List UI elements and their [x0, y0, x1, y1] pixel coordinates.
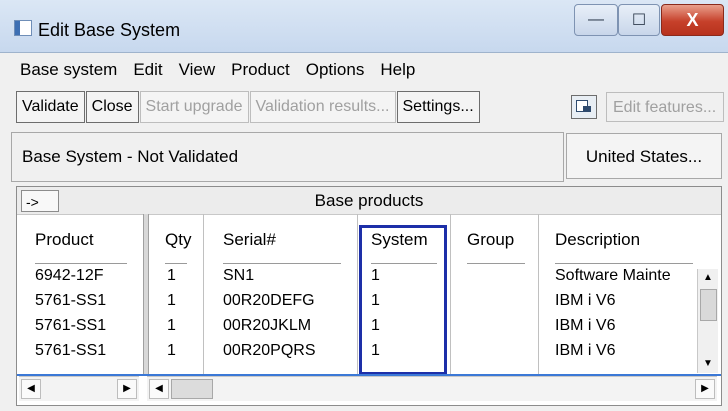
header-underline: [555, 263, 693, 264]
app-window-icon: [14, 20, 32, 36]
table-cell-description[interactable]: IBM i V6: [555, 342, 615, 360]
table-cell-qty[interactable]: 1: [167, 292, 176, 310]
table-cell-serial[interactable]: 00R20JKLM: [223, 317, 311, 335]
validation-results-button[interactable]: Validation results...: [249, 91, 396, 123]
header-underline: [223, 263, 341, 264]
menu-bar: Base system Edit View Product Options He…: [12, 56, 722, 84]
vertical-scroll-thumb[interactable]: [700, 289, 717, 321]
table-cell-serial[interactable]: 00R20PQRS: [223, 342, 316, 360]
menu-help[interactable]: Help: [372, 60, 423, 80]
toolbar: Validate Close Start upgrade Validation …: [16, 91, 481, 123]
menu-base-system[interactable]: Base system: [12, 60, 125, 80]
column-divider: [450, 214, 451, 374]
validation-status-text: Base System - Not Validated: [22, 147, 239, 166]
scroll-down-icon[interactable]: ▼: [698, 355, 718, 373]
validation-status-panel: Base System - Not Validated: [11, 132, 564, 182]
frozen-column-divider[interactable]: [143, 214, 149, 374]
country-button[interactable]: United States...: [566, 133, 722, 179]
edit-base-system-window: Edit Base System — ☐ X Base system Edit …: [0, 0, 728, 411]
scroll-right-icon[interactable]: ▶: [695, 379, 715, 399]
header-underline: [467, 263, 525, 264]
table-cell-product[interactable]: 6942-12F: [35, 267, 104, 285]
horizontal-scroll-thumb[interactable]: [171, 379, 213, 399]
edit-features-icon[interactable]: [571, 95, 597, 119]
table-cell-product[interactable]: 5761-SS1: [35, 342, 106, 360]
table-cell-product[interactable]: 5761-SS1: [35, 317, 106, 335]
table-cell-qty[interactable]: 1: [167, 267, 176, 285]
table-cell-qty[interactable]: 1: [167, 317, 176, 335]
horizontal-scrollbar[interactable]: ◀ ▶: [147, 376, 717, 401]
window-title: Edit Base System: [38, 20, 181, 40]
table-cell-description[interactable]: Software Mainte: [555, 267, 671, 285]
grid-group-header: Base products ->: [17, 187, 721, 215]
vertical-scrollbar[interactable]: ▲ ▼: [697, 269, 718, 373]
frozen-horizontal-scrollbar[interactable]: ◀ ▶: [19, 376, 139, 401]
scroll-right-icon[interactable]: ▶: [117, 379, 137, 399]
settings-button[interactable]: Settings...: [396, 91, 480, 123]
table-cell-description[interactable]: IBM i V6: [555, 317, 615, 335]
column-divider: [357, 214, 358, 374]
minimize-icon: —: [588, 11, 604, 28]
minimize-button[interactable]: —: [574, 4, 618, 36]
table-cell-product[interactable]: 5761-SS1: [35, 292, 106, 310]
table-cell-description[interactable]: IBM i V6: [555, 292, 615, 310]
close-button[interactable]: Close: [85, 91, 139, 123]
close-window-button[interactable]: X: [661, 4, 724, 36]
expand-arrow-button[interactable]: ->: [21, 190, 59, 212]
validate-button[interactable]: Validate: [16, 91, 85, 123]
column-header-product[interactable]: Product: [35, 230, 94, 250]
column-header-qty[interactable]: Qty: [165, 230, 191, 250]
scroll-left-icon[interactable]: ◀: [149, 379, 169, 399]
menu-product[interactable]: Product: [223, 60, 298, 80]
system-column-highlight: [359, 225, 447, 375]
edit-features-button[interactable]: Edit features...: [606, 92, 724, 122]
scroll-left-icon[interactable]: ◀: [21, 379, 41, 399]
table-cell-qty[interactable]: 1: [167, 342, 176, 360]
base-products-grid: Base products -> Product Qty Serial# Sys…: [16, 186, 722, 406]
menu-view[interactable]: View: [171, 60, 224, 80]
table-cell-serial[interactable]: SN1: [223, 267, 254, 285]
scroll-up-icon[interactable]: ▲: [698, 269, 718, 287]
column-divider: [538, 214, 539, 374]
start-upgrade-button[interactable]: Start upgrade: [139, 91, 249, 123]
column-header-description[interactable]: Description: [555, 230, 640, 250]
grid-group-title: Base products: [314, 191, 424, 210]
menu-options[interactable]: Options: [298, 60, 373, 80]
title-bar: Edit Base System — ☐ X: [0, 0, 728, 53]
maximize-button[interactable]: ☐: [618, 4, 660, 36]
menu-edit[interactable]: Edit: [125, 60, 170, 80]
column-divider: [203, 214, 204, 374]
maximize-icon: ☐: [631, 12, 647, 29]
column-header-group[interactable]: Group: [467, 230, 514, 250]
table-cell-serial[interactable]: 00R20DEFG: [223, 292, 315, 310]
column-header-serial[interactable]: Serial#: [223, 230, 276, 250]
header-underline: [165, 263, 187, 264]
close-icon: X: [686, 9, 699, 30]
header-underline: [35, 263, 127, 264]
